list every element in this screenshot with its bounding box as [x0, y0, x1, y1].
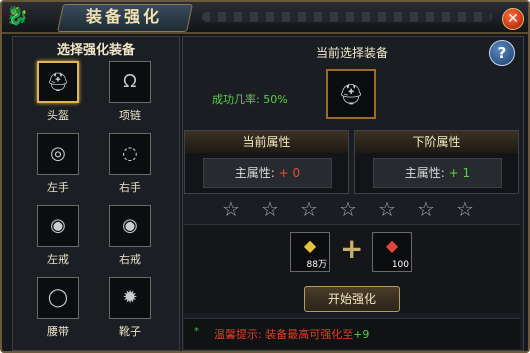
material-slot-0[interactable]: ◆ 88万: [290, 232, 330, 272]
equipment-slot-2[interactable]: ◎: [37, 133, 79, 175]
material-count: 88万: [306, 260, 327, 270]
ring-icon: ◉: [50, 215, 66, 236]
plus-symbol: +: [340, 232, 364, 265]
next-attribute-box: 主属性: + 1: [373, 158, 502, 188]
beads-icon: ◌: [122, 143, 138, 164]
star-icon: ☆: [261, 197, 279, 221]
ring-icon: ◉: [122, 215, 138, 236]
helmet-icon: ⛑: [338, 82, 364, 106]
start-enhance-button[interactable]: 开始强化: [304, 286, 400, 312]
equipment-slot-label: 靴子: [119, 325, 141, 338]
tip-message: 温馨提示: 装备最高可强化至: [214, 328, 354, 341]
bracelet-icon: ◎: [50, 143, 66, 164]
star-icon: ☆: [339, 197, 357, 221]
equipment-slot-label: 左手: [47, 181, 69, 194]
enhance-level-stars: ☆ ☆ ☆ ☆ ☆ ☆ ☆: [184, 198, 520, 220]
next-attribute-title: 下阶属性: [355, 131, 518, 153]
star-icon: ☆: [222, 197, 240, 221]
equipment-slot-label: 左戒: [47, 253, 69, 266]
title-ornament: [202, 12, 492, 22]
star-icon: ☆: [300, 197, 318, 221]
material-slot-1[interactable]: ◆ 100: [372, 232, 412, 272]
belt-icon: ◯: [47, 287, 69, 308]
tip-bullet: *: [194, 326, 199, 337]
next-attribute-panel: 下阶属性 主属性: + 1: [354, 130, 519, 194]
equipment-slot-4[interactable]: ◉: [37, 205, 79, 247]
current-attribute-panel: 当前属性 主属性: + 0: [184, 130, 349, 194]
equipment-slot-3[interactable]: ◌: [109, 133, 151, 175]
equipment-slot-label: 头盔: [47, 109, 69, 122]
close-button[interactable]: ✕: [502, 8, 524, 30]
material-count: 100: [391, 260, 409, 270]
equipment-slot-label: 右戒: [119, 253, 141, 266]
close-icon: ✕: [507, 11, 519, 27]
current-stat-label: 主属性:: [234, 166, 275, 180]
equipment-slot-6[interactable]: ◯: [37, 277, 79, 319]
star-icon: ☆: [417, 197, 435, 221]
equipment-selection-panel: 选择强化装备 ⛑ 头盔 ᘯ 项链 ◎ 左手 ◌ 右手 ◉ 左戒 ◉ 右戒 ◯ 腰带 ✹ 靴子: [12, 36, 180, 351]
star-icon: ☆: [378, 197, 396, 221]
necklace-icon: ᘯ: [123, 71, 137, 92]
current-selection-label: 当前选择装备: [315, 46, 388, 60]
success-rate: 成功几率: 50%: [212, 93, 288, 106]
next-stat-label: 主属性:: [404, 166, 445, 180]
current-attribute-title: 当前属性: [185, 131, 348, 153]
dragon-emblem-icon: 🐉: [6, 6, 29, 27]
current-equipment-slot[interactable]: ⛑: [326, 69, 376, 119]
star-icon: ☆: [456, 197, 474, 221]
window-title: 装备强化: [85, 7, 162, 26]
equipment-slot-label: 右手: [119, 181, 141, 194]
title-bar[interactable]: 🐉 装备强化 ✕: [2, 2, 528, 34]
tip-text: 温馨提示: 装备最高可强化至+9: [214, 326, 369, 342]
equipment-slot-5[interactable]: ◉: [109, 205, 151, 247]
tip-max-level: +9: [353, 328, 370, 341]
current-stat-value: + 0: [278, 166, 301, 180]
helmet-icon: ⛑: [46, 72, 70, 93]
equipment-enhance-window: 🐉 装备强化 ✕ 选择强化装备 ⛑ 头盔 ᘯ 项链 ◎ 左手 ◌ 右手 ◉ 左戒 ◉ 右戒 ◯ 腰带 ✹ 靴子…: [0, 0, 530, 353]
current-attribute-box: 主属性: + 0: [203, 158, 332, 188]
next-stat-value: + 1: [448, 166, 471, 180]
boots-icon: ✹: [122, 287, 138, 308]
equipment-slot-7[interactable]: ✹: [109, 277, 151, 319]
equipment-slot-1[interactable]: ᘯ: [109, 61, 151, 103]
left-panel-title: 选择强化装备: [56, 43, 135, 58]
equipment-slot-0[interactable]: ⛑: [37, 61, 79, 103]
equipment-slot-label: 腰带: [47, 325, 69, 338]
equipment-slot-label: 项链: [119, 109, 141, 122]
